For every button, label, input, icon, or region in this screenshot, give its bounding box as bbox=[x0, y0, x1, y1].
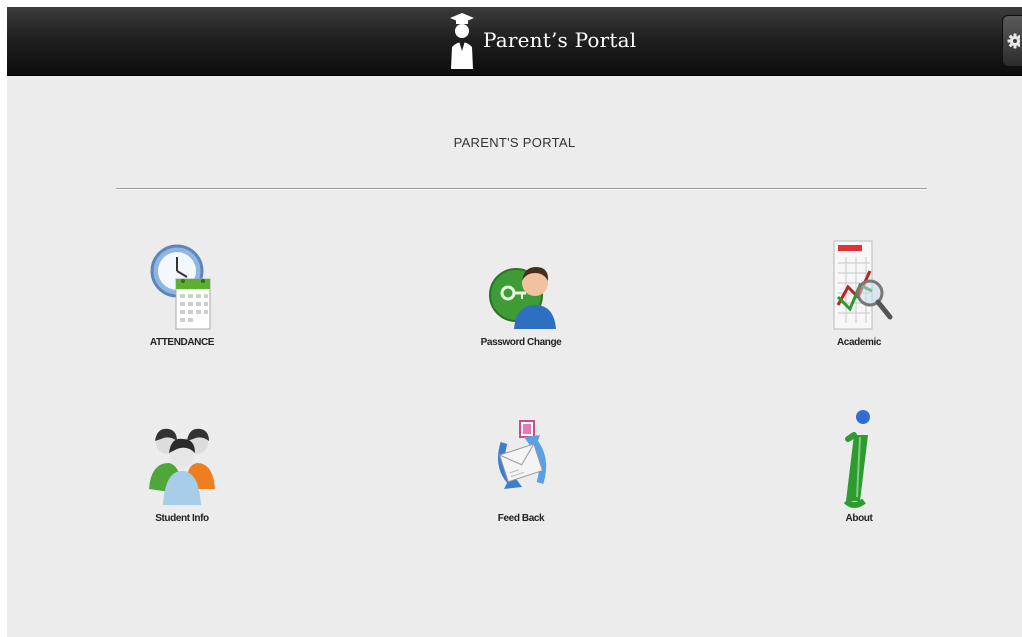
results-chart-icon bbox=[833, 240, 893, 330]
info-icon bbox=[843, 410, 870, 508]
app-window: Parent’s Portal PARENT'S PORTAL ATTENDAN… bbox=[7, 7, 1022, 637]
brand: Parent’s Portal bbox=[449, 11, 636, 69]
menu-item-academic[interactable]: Academic bbox=[784, 235, 934, 355]
menu-item-attendance[interactable]: ATTENDANCE bbox=[107, 235, 257, 355]
menu-item-label: About bbox=[845, 513, 873, 524]
group-users-icon bbox=[149, 428, 215, 505]
envelope-refresh-icon bbox=[498, 420, 547, 489]
menu-item-label: Feed Back bbox=[497, 513, 545, 524]
menu-item-about[interactable]: About bbox=[784, 405, 934, 525]
menu-item-password-change[interactable]: Password Change bbox=[446, 243, 596, 363]
menu-item-label: Student Info bbox=[155, 513, 209, 524]
clock-calendar-icon bbox=[150, 244, 211, 330]
menu-item-label: ATTENDANCE bbox=[149, 337, 215, 348]
top-bar: Parent’s Portal bbox=[7, 7, 1022, 76]
page-title: PARENT'S PORTAL bbox=[453, 135, 576, 150]
user-key-icon bbox=[489, 267, 556, 329]
app-title: Parent’s Portal bbox=[483, 28, 637, 52]
menu-item-label: Password Change bbox=[480, 337, 562, 348]
menu-item-student-info[interactable]: Student Info bbox=[107, 411, 257, 531]
graduate-icon bbox=[450, 13, 474, 69]
gear-icon bbox=[1007, 33, 1020, 49]
menu-item-feed-back[interactable]: Feed Back bbox=[446, 411, 596, 531]
menu-item-label: Academic bbox=[836, 337, 882, 348]
settings-button[interactable] bbox=[1002, 15, 1022, 67]
divider bbox=[116, 188, 927, 190]
